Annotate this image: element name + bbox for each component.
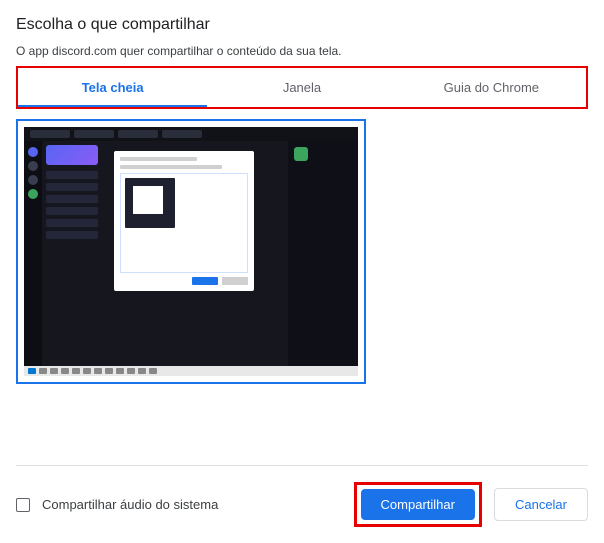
screen-preview-image bbox=[24, 127, 358, 376]
tabs-highlight-annotation: Tela cheia Janela Guia do Chrome bbox=[16, 66, 588, 109]
share-audio-label: Compartilhar áudio do sistema bbox=[42, 497, 218, 512]
tab-window[interactable]: Janela bbox=[207, 68, 396, 107]
dialog-subtitle: O app discord.com quer compartilhar o co… bbox=[16, 44, 588, 58]
dialog-footer: Compartilhar áudio do sistema Compartilh… bbox=[16, 465, 588, 543]
share-screen-dialog: Escolha o que compartilhar O app discord… bbox=[0, 0, 604, 543]
tab-chrome[interactable]: Guia do Chrome bbox=[397, 68, 586, 107]
footer-buttons: Compartilhar Cancelar bbox=[354, 482, 588, 527]
share-mode-tabs: Tela cheia Janela Guia do Chrome bbox=[18, 68, 586, 107]
dialog-title: Escolha o que compartilhar bbox=[16, 16, 588, 34]
tab-fullscreen[interactable]: Tela cheia bbox=[18, 68, 207, 107]
share-button[interactable]: Compartilhar bbox=[361, 489, 475, 520]
preview-area bbox=[16, 109, 588, 384]
screen-thumbnail-selected[interactable] bbox=[16, 119, 366, 384]
share-audio-checkbox[interactable] bbox=[16, 498, 30, 512]
share-button-highlight-annotation: Compartilhar bbox=[354, 482, 482, 527]
cancel-button[interactable]: Cancelar bbox=[494, 488, 588, 521]
